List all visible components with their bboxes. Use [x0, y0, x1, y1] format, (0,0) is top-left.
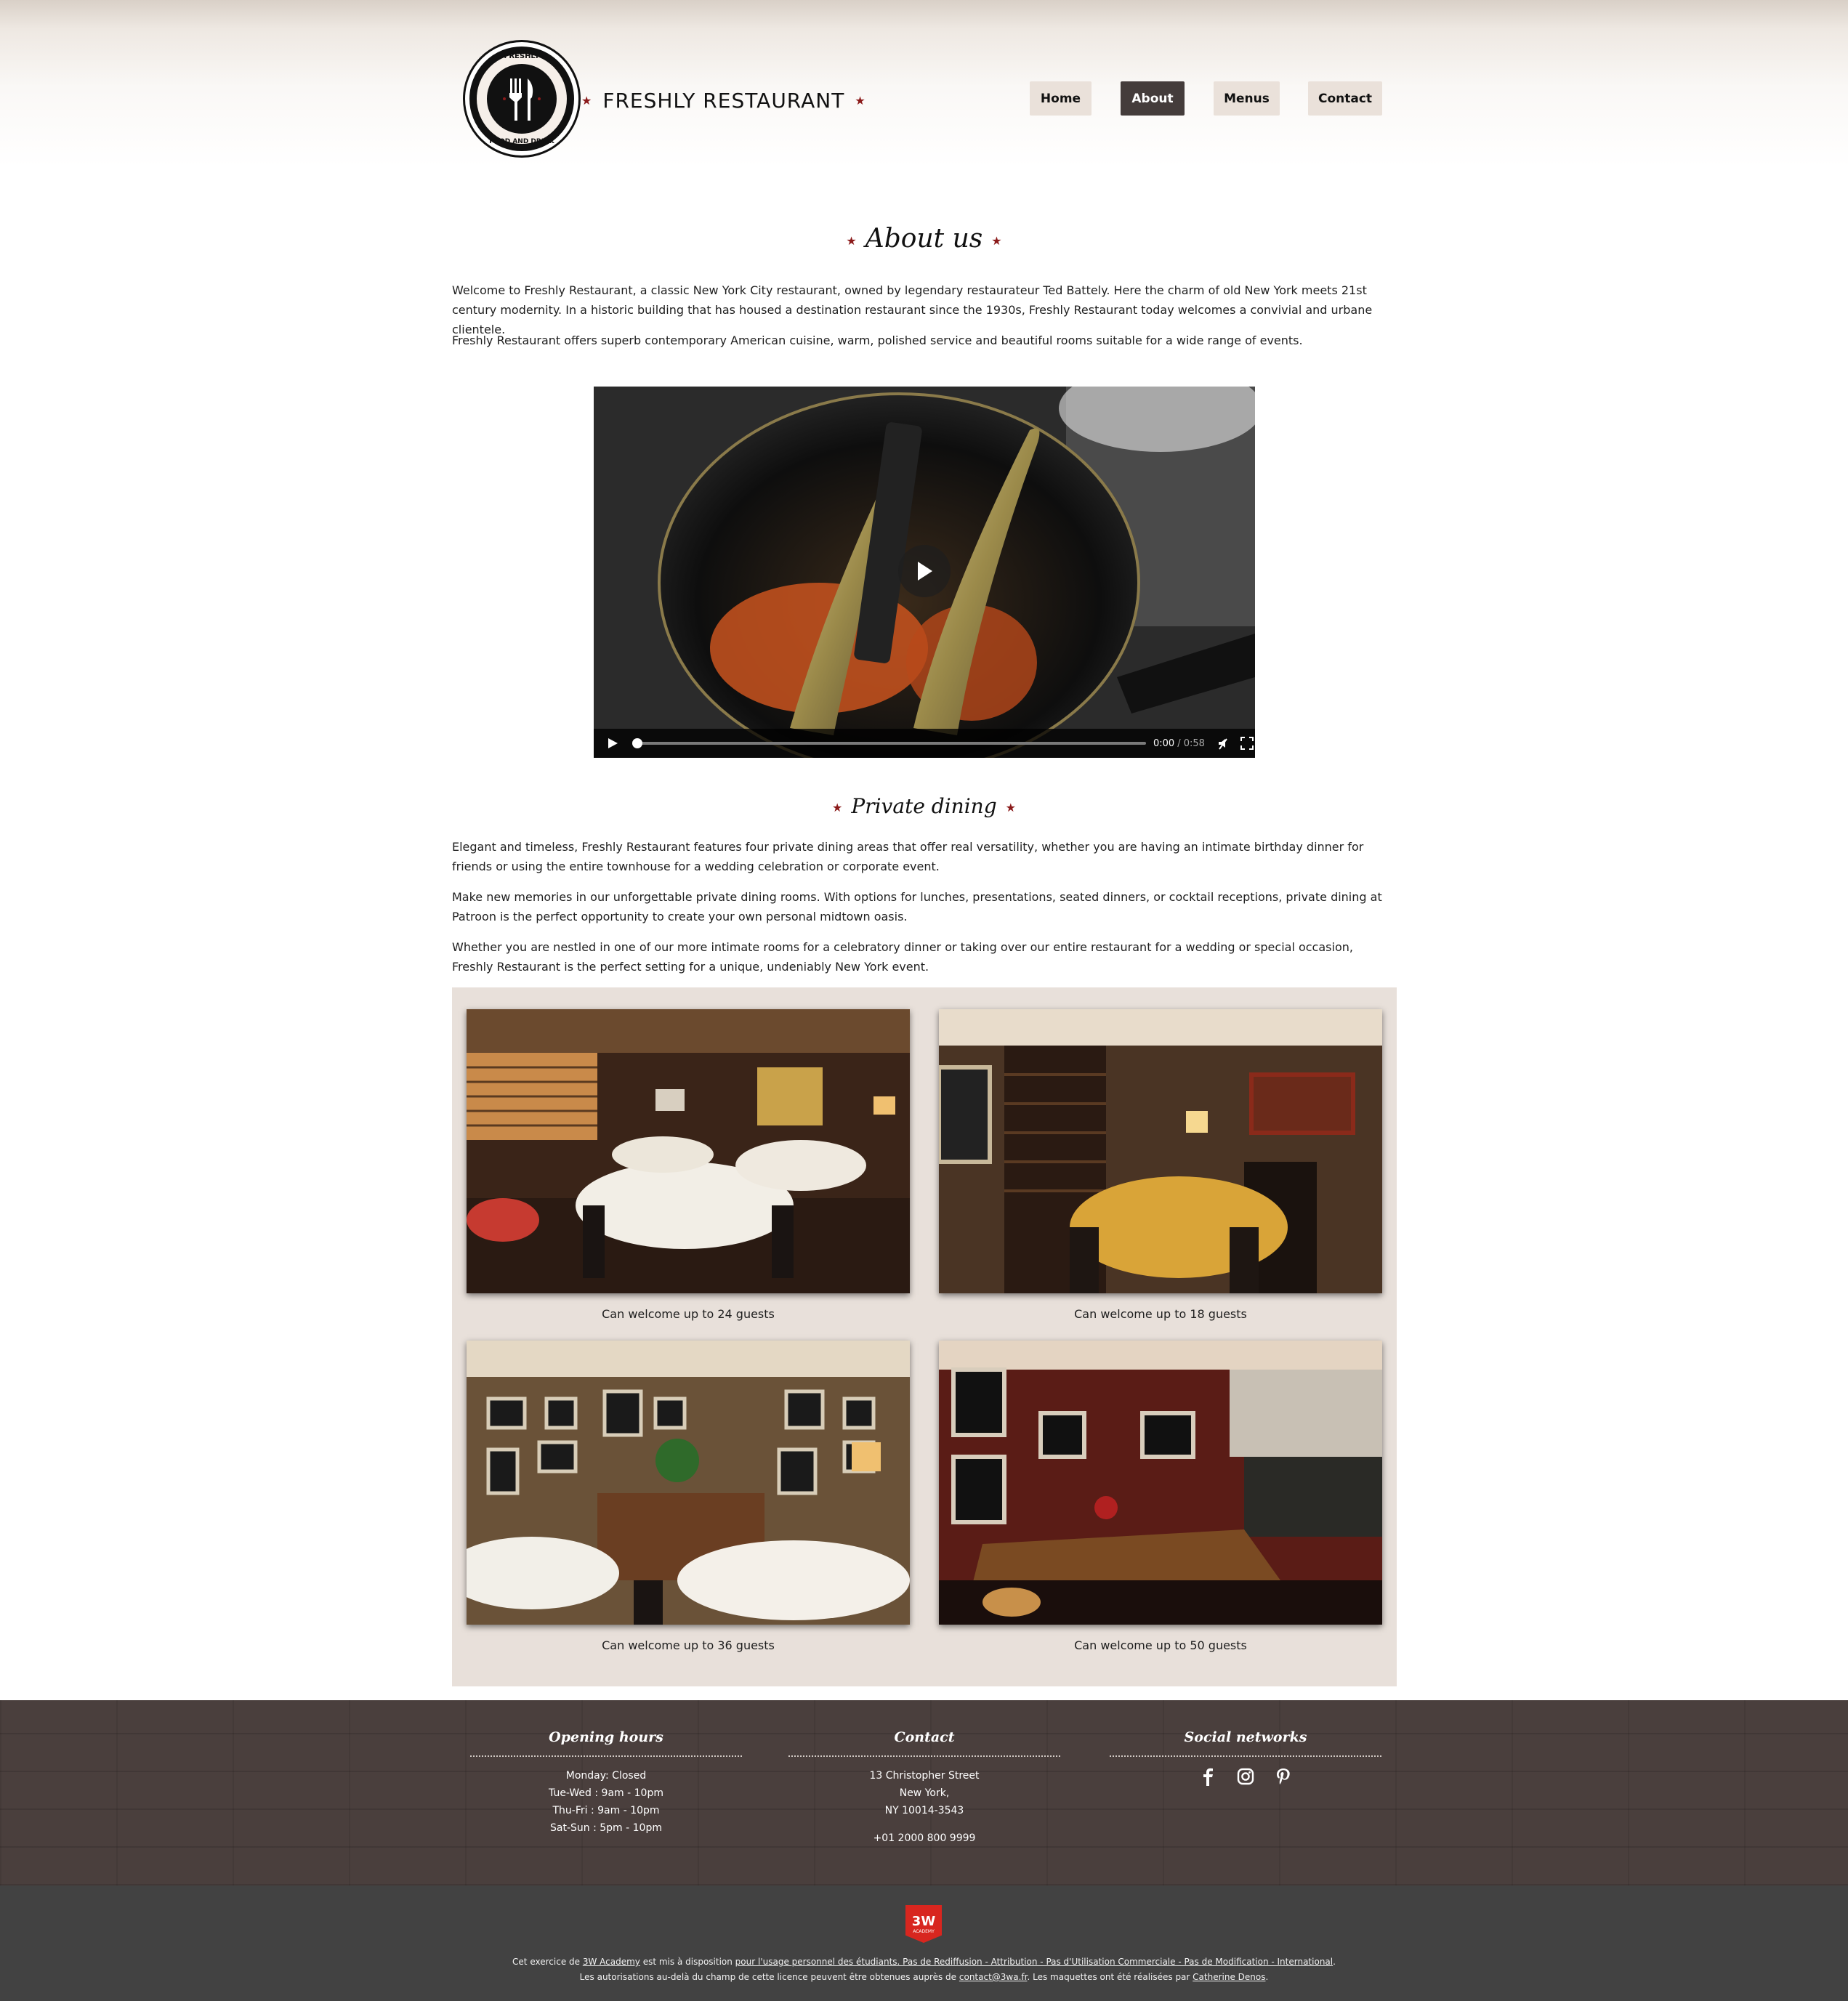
star-icon: ★: [1005, 801, 1016, 814]
author-link[interactable]: Catherine Denos: [1193, 1972, 1265, 1982]
room-caption: Can welcome up to 50 guests: [1074, 1638, 1247, 1652]
license-bar: 3W ACADEMY Cet exercice de 3W Academy es…: [0, 1885, 1848, 2001]
opening-hours: Opening hours Monday: Closed Tue-Wed : 9…: [470, 1729, 742, 1837]
play-icon: [918, 562, 932, 581]
badge-text: 3W: [911, 1914, 936, 1929]
3w-academy-link[interactable]: 3W Academy: [583, 1957, 640, 1967]
contact-email-link[interactable]: contact@3wa.fr: [959, 1972, 1028, 1982]
video-controls: 0:00 / 0:58: [594, 729, 1255, 758]
about-heading: ★ About us ★: [0, 224, 1848, 254]
private-dining-heading: ★ Private dining ★: [0, 794, 1848, 818]
legal-text: est mis à disposition: [639, 1957, 735, 1967]
play-overlay-button[interactable]: [898, 545, 951, 597]
volume-muted-icon[interactable]: [1216, 736, 1231, 751]
license-line-1: Cet exercice de 3W Academy est mis à dis…: [0, 1957, 1848, 1967]
room-photo-36[interactable]: [467, 1341, 910, 1625]
address-line: NY 10014-3543: [884, 1805, 964, 1816]
nav-about[interactable]: About: [1121, 81, 1185, 116]
social-title: Social networks: [1110, 1729, 1381, 1757]
opening-hours-title: Opening hours: [470, 1729, 742, 1757]
video-player[interactable]: 0:00 / 0:58: [594, 387, 1255, 758]
play-icon[interactable]: [605, 736, 620, 751]
room-photo-24[interactable]: [467, 1009, 910, 1293]
social-networks: Social networks: [1110, 1729, 1381, 1786]
license-link[interactable]: pour l'usage personnel des étudiants. Pa…: [735, 1957, 1333, 1967]
private-paragraph: Whether you are nestled in one of our mo…: [452, 940, 1353, 974]
nav-home[interactable]: Home: [1030, 81, 1092, 116]
contact-info: Contact 13 Christopher Street New York, …: [788, 1729, 1060, 1847]
hours-line: Monday: Closed: [565, 1770, 647, 1782]
star-icon: ★: [991, 233, 1002, 248]
video-current-time: 0:00: [1153, 737, 1175, 749]
room-caption: Can welcome up to 18 guests: [1074, 1307, 1247, 1321]
site-footer: Opening hours Monday: Closed Tue-Wed : 9…: [0, 1700, 1848, 1885]
hours-line: Sat-Sun : 5pm - 10pm: [550, 1822, 662, 1834]
legal-text: Les autorisations au-delà du champ de ce…: [579, 1972, 959, 1982]
3w-academy-logo[interactable]: 3W ACADEMY: [905, 1905, 942, 1943]
hours-line: Thu-Fri : 9am - 10pm: [552, 1805, 660, 1816]
video-progress-track[interactable]: [632, 738, 1146, 748]
hours-line: Tue-Wed : 9am - 10pm: [549, 1787, 663, 1799]
private-dining-title: Private dining: [851, 794, 997, 818]
social-links: [1110, 1767, 1381, 1786]
address-line: New York,: [899, 1787, 950, 1799]
private-paragraph: Elegant and timeless, Freshly Restaurant…: [452, 840, 1364, 873]
legal-text: . Les maquettes ont été réalisées par: [1027, 1972, 1193, 1982]
badge-subtext: ACADEMY: [913, 1929, 935, 1934]
nav-menus[interactable]: Menus: [1214, 81, 1280, 116]
room-photo-50[interactable]: [939, 1341, 1382, 1625]
star-icon: ★: [846, 233, 857, 248]
star-icon: ★: [832, 801, 843, 814]
room-photo-18[interactable]: [939, 1009, 1382, 1293]
about-title: About us: [865, 224, 983, 254]
about-paragraph: Freshly Restaurant offers superb contemp…: [452, 334, 1303, 347]
private-dining-gallery: Can welcome up to 24 guests Can welcome …: [452, 987, 1397, 1686]
room-caption: Can welcome up to 24 guests: [602, 1307, 775, 1321]
site-header: FRESHLY FOOD AND DRINK ★ FRESHLY RESTAUR…: [0, 0, 1848, 167]
video-duration: / 0:58: [1177, 737, 1205, 749]
contact-title: Contact: [788, 1729, 1060, 1757]
logo-bottom-text: FOOD AND DRINK: [489, 138, 554, 145]
address-line: 13 Christopher Street: [869, 1770, 980, 1782]
video-scrubber-handle[interactable]: [632, 738, 642, 748]
logo-top-text: FRESHLY: [504, 52, 540, 60]
phone-number[interactable]: +01 2000 800 9999: [788, 1830, 1060, 1847]
legal-text: Cet exercice de: [512, 1957, 583, 1967]
room-caption: Can welcome up to 36 guests: [602, 1638, 775, 1652]
pinterest-icon[interactable]: [1274, 1767, 1293, 1786]
main-nav: Home About Menus Contact: [0, 81, 1848, 116]
legal-text: .: [1333, 1957, 1336, 1967]
license-line-2: Les autorisations au-delà du champ de ce…: [0, 1972, 1848, 1982]
facebook-icon[interactable]: [1198, 1767, 1217, 1786]
legal-text: .: [1265, 1972, 1269, 1982]
nav-contact[interactable]: Contact: [1308, 81, 1382, 116]
instagram-icon[interactable]: [1236, 1767, 1255, 1786]
fullscreen-icon[interactable]: [1240, 736, 1254, 751]
private-paragraph: Make new memories in our unforgettable p…: [452, 890, 1382, 923]
